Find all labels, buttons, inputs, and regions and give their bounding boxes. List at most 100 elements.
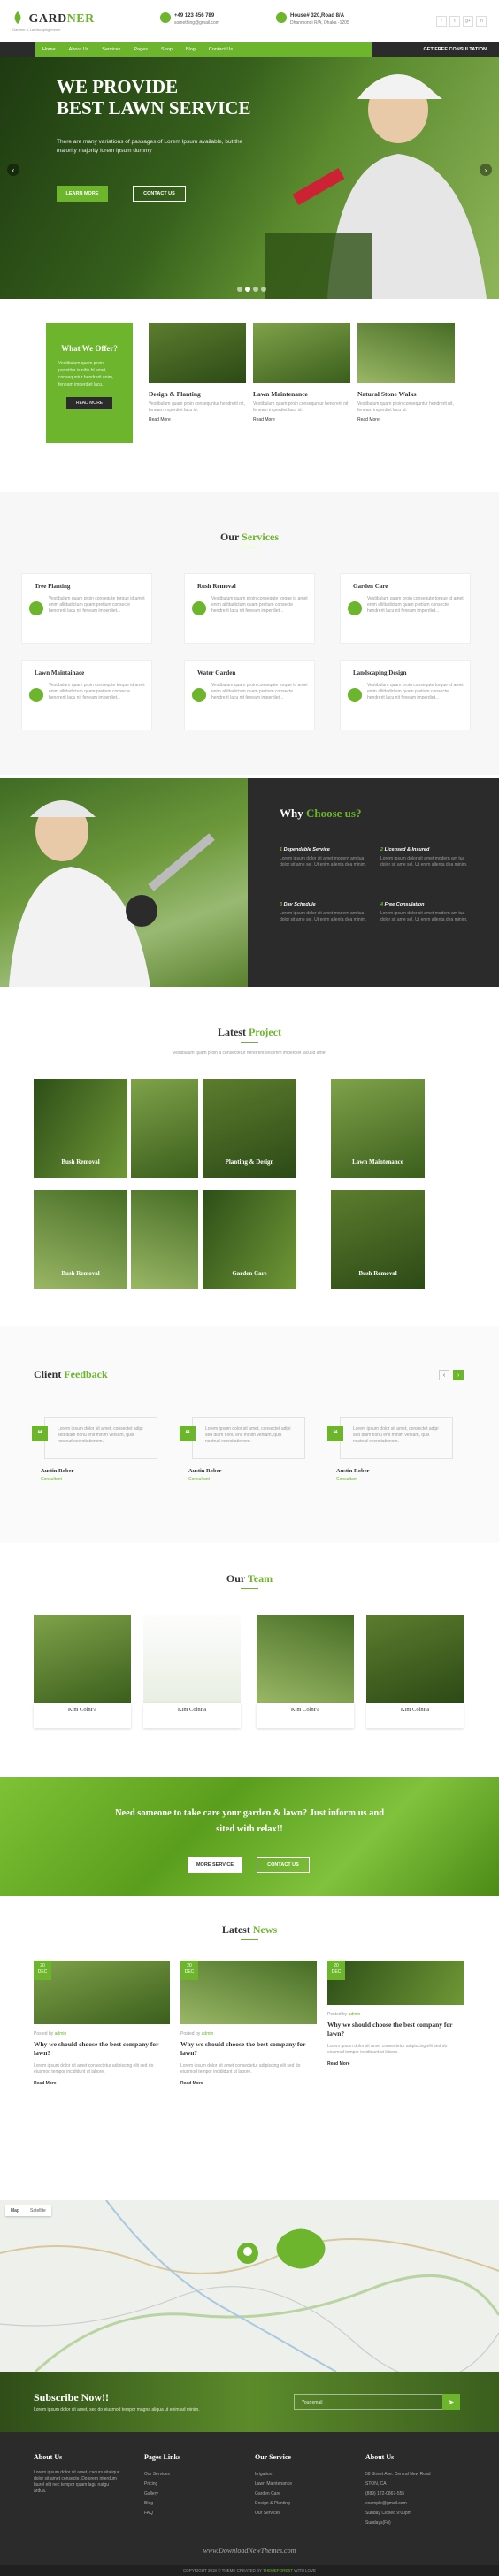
nav-item-contact[interactable]: Contact Us [209, 47, 233, 52]
service-card[interactable]: Rush Removal Vestibulum quam proin conseq… [184, 573, 315, 644]
service-title: Landscaping Design [353, 669, 407, 676]
service-card[interactable]: Tree Planting Vestibulum quam proin conse… [21, 573, 152, 644]
nav-item-about[interactable]: About Us [69, 47, 89, 52]
service-card[interactable]: Lawn Maintainace Vestibulum quam proin co… [21, 660, 152, 730]
news-title-link[interactable]: Why we should choose the best company fo… [180, 2040, 317, 2058]
send-icon[interactable]: ➤ [442, 2394, 460, 2410]
project-card[interactable]: Lawn Maintenance [331, 1079, 425, 1178]
feature-title[interactable]: Natural Stone Walks [357, 390, 455, 398]
email-address[interactable]: something@gmail.com [174, 20, 219, 26]
offer-read-more-button[interactable]: READ MORE [66, 397, 112, 409]
footer-link[interactable]: Garden Care [255, 2489, 292, 2499]
slider-dot[interactable] [237, 287, 242, 292]
footer-link[interactable]: Irrigation [255, 2470, 292, 2480]
footer-link[interactable]: FAQ [144, 2509, 180, 2519]
why-item: 4 Free Consulation Lorem ipsum dolor sit … [380, 902, 469, 923]
footer-link[interactable]: Our Services [144, 2470, 180, 2480]
feature-title[interactable]: Design & Planting [149, 390, 246, 398]
project-card[interactable]: Bush Removal [34, 1079, 127, 1178]
team-member[interactable]: Kim ColnFa [366, 1615, 464, 1730]
news-author[interactable]: admin [202, 2031, 214, 2037]
feedback-next-icon[interactable]: › [453, 1370, 464, 1380]
why-item-number: 4 [380, 902, 384, 907]
google-plus-icon[interactable]: g+ [463, 16, 473, 27]
news-author[interactable]: admin [349, 2012, 361, 2017]
free-consultation-button[interactable]: GET FREE CONSULTATION [424, 42, 487, 57]
service-card[interactable]: Landscaping Design Vestibulum quam proin … [340, 660, 471, 730]
top-header: GARDNER Gardner & Landscaping theme +49 … [0, 0, 499, 42]
project-card[interactable] [131, 1190, 198, 1289]
feature-read-more[interactable]: Read More [149, 417, 246, 423]
news-title-link[interactable]: Why we should choose the best company fo… [327, 2021, 464, 2038]
map[interactable]: Map Satellite [0, 2200, 499, 2372]
offer-text: Vestibulum quam proin portstitor is nibh… [58, 361, 114, 387]
hero-title-line-1: WE PROVIDE [57, 76, 179, 97]
footer-link[interactable]: Gallery [144, 2489, 180, 2499]
cta-contact-button[interactable]: CONTACT US [257, 1857, 310, 1873]
news-image[interactable]: 20 DEC [180, 1961, 317, 2024]
team-member[interactable]: Kim ColnFa [143, 1615, 241, 1730]
news-author[interactable]: admin [55, 2031, 67, 2037]
feature-card: Design & Planting Vestibulum quam proin … [149, 323, 246, 423]
news-image[interactable]: 20 DEC [34, 1961, 170, 2024]
news-read-more[interactable]: Read More [327, 2061, 464, 2067]
feature-read-more[interactable]: Read More [253, 417, 350, 423]
footer-contact-line[interactable]: example@gmail.com [365, 2499, 431, 2509]
news-date: 20 DEC [180, 1961, 198, 1980]
slider-next-icon[interactable]: › [480, 164, 492, 176]
footer-link[interactable]: Our Services [255, 2509, 292, 2519]
nav-item-home[interactable]: Home [42, 47, 56, 52]
news-read-more[interactable]: Read More [34, 2081, 170, 2086]
map-tab-satellite[interactable]: Satellite [25, 2205, 51, 2216]
slider-dot[interactable] [261, 287, 266, 292]
nav-item-blog[interactable]: Blog [186, 47, 196, 52]
footer-link[interactable]: Pricing [144, 2480, 180, 2489]
project-card[interactable]: Garden Care [203, 1190, 296, 1289]
project-card[interactable]: Bush Removal [331, 1190, 425, 1289]
map-canvas[interactable] [0, 2200, 499, 2372]
nav-item-pages[interactable]: Pages [134, 47, 148, 52]
slider-dot[interactable] [253, 287, 258, 292]
nav-item-shop[interactable]: Shop [161, 47, 173, 52]
learn-more-button[interactable]: LEARN MORE [57, 186, 108, 202]
footer-link[interactable]: Lawn Maintenance [255, 2480, 292, 2489]
copyright-link[interactable]: THEMEFOREST [263, 2568, 293, 2572]
team-member[interactable]: Kim ColnFa [257, 1615, 354, 1730]
footer-link[interactable]: Blog [144, 2499, 180, 2509]
feature-read-more[interactable]: Read More [357, 417, 455, 423]
contact-us-button[interactable]: CONTACT US [133, 186, 186, 202]
cta-banner: Need someone to take care your garden & … [0, 1777, 499, 1896]
footer-link[interactable]: Design & Planting [255, 2499, 292, 2509]
news-text: Lorem ipsum dolor sit amet consectetur a… [327, 2044, 448, 2055]
feedback-prev-icon[interactable]: ‹ [439, 1370, 449, 1380]
slider-prev-icon[interactable]: ‹ [7, 164, 19, 176]
service-card[interactable]: Garden Care Vestibulum quam proin consequ… [340, 573, 471, 644]
project-card[interactable] [131, 1079, 198, 1178]
service-card[interactable]: Water Garden Vestibulum quam proin conseq… [184, 660, 315, 730]
nav-item-services[interactable]: Services [102, 47, 120, 52]
footer-about-title: About Us [34, 2453, 63, 2461]
project-card[interactable]: Planting & Design [203, 1079, 296, 1178]
why-item-number: 3 [280, 902, 283, 907]
project-card[interactable]: Bush Removal [34, 1190, 127, 1289]
service-title: Water Garden [197, 669, 236, 676]
map-tab-map[interactable]: Map [5, 2205, 25, 2216]
facebook-icon[interactable]: f [436, 16, 447, 27]
news-card: 20 DEC Posted by admin Why we should choose… [180, 1961, 317, 2129]
feedback-text: Lorem ipsum dolor sit amet, consectet ad… [353, 1426, 439, 1444]
projects-title: Latest Project [0, 1026, 499, 1043]
subscribe-email-input[interactable]: Your email [294, 2394, 460, 2410]
feature-title[interactable]: Lawn Maintenance [253, 390, 350, 398]
news-image[interactable]: 20 DEC [327, 1961, 464, 2005]
team-member[interactable]: Kim ColnFa [34, 1615, 131, 1730]
news-read-more[interactable]: Read More [180, 2081, 317, 2086]
news-title-link[interactable]: Why we should choose the best company fo… [34, 2040, 170, 2058]
linkedin-icon[interactable]: in [476, 16, 487, 27]
logo[interactable]: GARDNER Gardner & Landscaping theme [12, 11, 95, 32]
slider-dot[interactable] [245, 287, 250, 292]
news-month: DEC [184, 1969, 195, 1975]
more-service-button[interactable]: MORE SERVICE [188, 1857, 242, 1873]
feedback-bubble: Lorem ipsum dolor sit amet, consectet ad… [340, 1417, 453, 1459]
footer-pages-title: Pages Links [144, 2453, 181, 2461]
twitter-icon[interactable]: t [449, 16, 460, 27]
